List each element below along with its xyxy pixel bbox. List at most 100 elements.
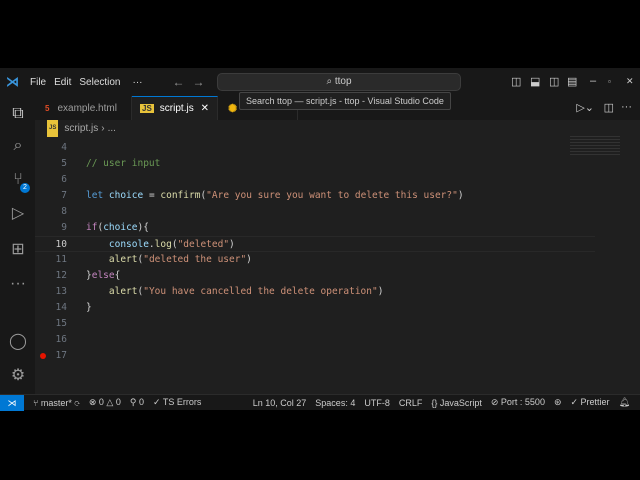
breadcrumb-separator: › [101, 120, 104, 137]
vscode-logo-icon: ⋊ [6, 75, 20, 89]
toggle-secondary-sidebar-icon[interactable]: ◫ [549, 75, 559, 88]
menu-edit[interactable]: Edit [54, 77, 71, 88]
toggle-sidebar-icon[interactable]: ◫ [511, 75, 521, 88]
breadcrumb-file[interactable]: script.js [64, 120, 98, 137]
code-token: let [86, 190, 109, 201]
run-icon[interactable]: ▷⌄ [576, 101, 594, 114]
minimize-icon[interactable]: – [590, 75, 596, 87]
search-text: ttop [335, 76, 352, 87]
code-token: } [86, 302, 92, 313]
close-window-icon[interactable]: ✕ [626, 76, 634, 87]
tab-label: example.html [57, 103, 116, 114]
code-text: if(choice){ [86, 220, 149, 236]
code-line[interactable]: 12}else{ [35, 268, 595, 284]
extensions-icon[interactable]: ⊞ [8, 240, 28, 260]
vscode-window: ⋊ File Edit Selection ··· ← → ⌕ ttop ◫ ⬓… [0, 68, 640, 410]
code-token: ) [378, 286, 384, 297]
command-center-search[interactable]: ⌕ ttop [217, 73, 461, 91]
ts-errors-status[interactable]: ✓ TS Errors [153, 397, 201, 408]
line-number: 10 [35, 237, 67, 253]
more-actions-icon[interactable]: ··· [621, 101, 632, 113]
line-number: 13 [35, 284, 67, 300]
ports-status[interactable]: ⚲ 0 [130, 397, 144, 408]
code-line[interactable]: 7let choice = confirm("Are you sure you … [35, 188, 595, 204]
menu-more[interactable]: ··· [133, 77, 143, 88]
branch-status[interactable]: ⑂ master* ⟳ [33, 398, 80, 408]
line-number: 9 [35, 220, 67, 236]
code-token: choice [103, 222, 137, 233]
indentation-status[interactable]: Spaces: 4 [315, 398, 355, 408]
line-number: 14 [35, 300, 67, 316]
code-line[interactable]: 5 // user input [35, 156, 595, 172]
breadcrumb-more[interactable]: ... [108, 120, 116, 137]
encoding-status[interactable]: UTF-8 [364, 398, 390, 408]
code-line[interactable]: 14} [35, 300, 595, 316]
code-line[interactable]: 16 [35, 332, 595, 348]
branch-name: master* [41, 398, 72, 408]
js-icon: JS [140, 104, 154, 113]
code-token: alert [86, 286, 137, 297]
code-line[interactable]: 4 [35, 140, 595, 156]
code-token: "deleted the user" [143, 254, 246, 265]
remote-indicator-icon[interactable]: ⋊ [0, 395, 24, 411]
code-line[interactable]: 9 if(choice){ [35, 220, 595, 236]
split-editor-icon[interactable]: ◫ [604, 101, 614, 114]
customize-layout-icon[interactable]: ▤ [567, 75, 577, 88]
code-line[interactable]: 17 [35, 348, 595, 364]
code-token: ) [246, 254, 252, 265]
close-tab-icon[interactable]: ✕ [201, 103, 209, 114]
restore-icon[interactable]: ▫ [608, 77, 611, 86]
toggle-panel-icon[interactable]: ⬓ [530, 75, 540, 88]
source-control-badge: 2 [20, 183, 30, 193]
code-token: else [92, 270, 115, 281]
language-mode[interactable]: {} JavaScript [431, 398, 482, 408]
cursor-position[interactable]: Ln 10, Col 27 [253, 398, 307, 408]
problems-status[interactable]: ⊗ 0 △ 0 [89, 397, 121, 408]
breadcrumb: JS script.js › ... [35, 120, 116, 137]
code-line[interactable]: 8 [35, 204, 595, 220]
sun-icon: ✺ [226, 102, 239, 115]
forward-arrow-icon[interactable]: → [193, 75, 205, 89]
code-token: "deleted" [178, 239, 229, 250]
line-number: 17 [35, 348, 67, 364]
line-number: 11 [35, 252, 67, 268]
code-line[interactable]: 6 [35, 172, 595, 188]
code-line[interactable]: 13 alert("You have cancelled the delete … [35, 284, 595, 300]
prettier-status[interactable]: ✓ Prettier [571, 397, 610, 408]
menu-file[interactable]: File [30, 77, 46, 88]
code-token: { [115, 270, 121, 281]
account-icon[interactable]: ◯ [8, 332, 28, 352]
tab-label: script.js [160, 103, 194, 114]
code-token: alert [86, 254, 137, 265]
line-number: 4 [35, 140, 67, 156]
tab-script-js[interactable]: JS script.js ✕ [132, 96, 218, 120]
live-server-port[interactable]: ⊘ Port : 5500 [491, 397, 545, 408]
code-text: alert("deleted the user") [86, 252, 252, 268]
code-editor[interactable]: 45// user input67let choice = confirm("A… [35, 137, 640, 394]
copilot-icon[interactable]: ⊛ [554, 397, 562, 408]
minimap[interactable] [570, 136, 620, 156]
menu-selection[interactable]: Selection [79, 77, 120, 88]
tooltip: Search ttop — script.js - ttop - Visual … [239, 92, 451, 110]
html5-icon: 5 [43, 104, 51, 113]
notifications-icon[interactable]: 🔔︎ [619, 397, 630, 408]
code-token: "You have cancelled the delete operation… [143, 286, 378, 297]
tab-example-html[interactable]: 5 example.html [35, 96, 132, 120]
code-line[interactable]: 11 alert("deleted the user") [35, 252, 595, 268]
explorer-icon[interactable]: ⧉ [8, 104, 28, 124]
code-line[interactable]: 10 console.log("deleted") [35, 236, 595, 252]
code-token: if [86, 222, 97, 233]
run-debug-icon[interactable]: ▷ [8, 204, 28, 224]
search-icon[interactable]: ⌕ [8, 136, 28, 156]
line-number: 7 [35, 188, 67, 204]
search-icon: ⌕ [326, 76, 334, 87]
line-number: 5 [35, 156, 67, 172]
settings-gear-icon[interactable]: ⚙ [8, 366, 28, 386]
more-icon[interactable]: ··· [8, 274, 28, 294]
code-token: ) [458, 190, 464, 201]
eol-status[interactable]: CRLF [399, 398, 423, 408]
line-number: 15 [35, 316, 67, 332]
back-arrow-icon[interactable]: ← [173, 75, 185, 89]
code-text: // user input [86, 156, 160, 172]
code-line[interactable]: 15 [35, 316, 595, 332]
